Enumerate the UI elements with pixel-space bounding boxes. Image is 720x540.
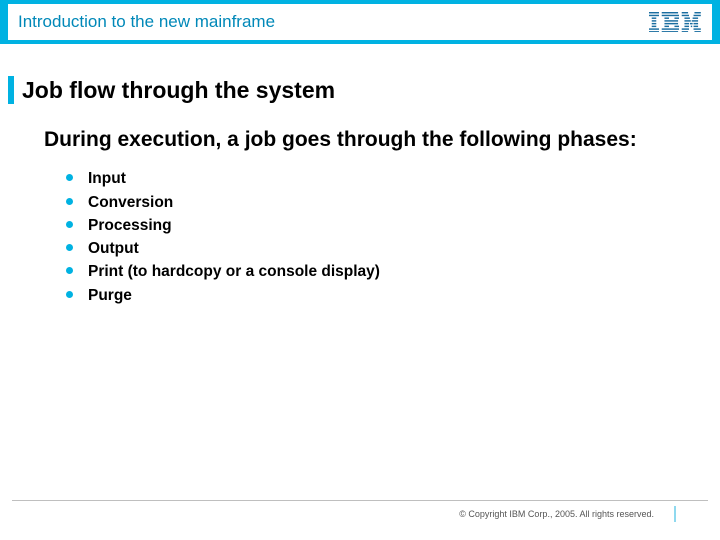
- list-item: Output: [66, 237, 720, 260]
- slide-title: Job flow through the system: [22, 77, 335, 104]
- ibm-logo: [649, 12, 702, 32]
- list-item: Conversion: [66, 191, 720, 214]
- list-item: Purge: [66, 284, 720, 307]
- content-area: Job flow through the system During execu…: [0, 60, 720, 500]
- phase-list: Input Conversion Processing Output Print…: [0, 167, 720, 307]
- list-item: Processing: [66, 214, 720, 237]
- footer-divider: [674, 506, 676, 522]
- header-inner: Introduction to the new mainframe: [8, 4, 712, 40]
- footer: © Copyright IBM Corp., 2005. All rights …: [12, 500, 708, 526]
- header-bar: Introduction to the new mainframe: [0, 0, 720, 44]
- copyright-text: © Copyright IBM Corp., 2005. All rights …: [459, 509, 654, 519]
- title-accent-bar: [8, 76, 14, 104]
- slide-title-wrap: Job flow through the system: [0, 76, 720, 104]
- header-title: Introduction to the new mainframe: [18, 12, 275, 32]
- slide: Introduction to the new mainframe: [0, 0, 720, 540]
- lead-paragraph: During execution, a job goes through the…: [0, 126, 720, 153]
- list-item: Input: [66, 167, 720, 190]
- list-item: Print (to hardcopy or a console display): [66, 260, 720, 283]
